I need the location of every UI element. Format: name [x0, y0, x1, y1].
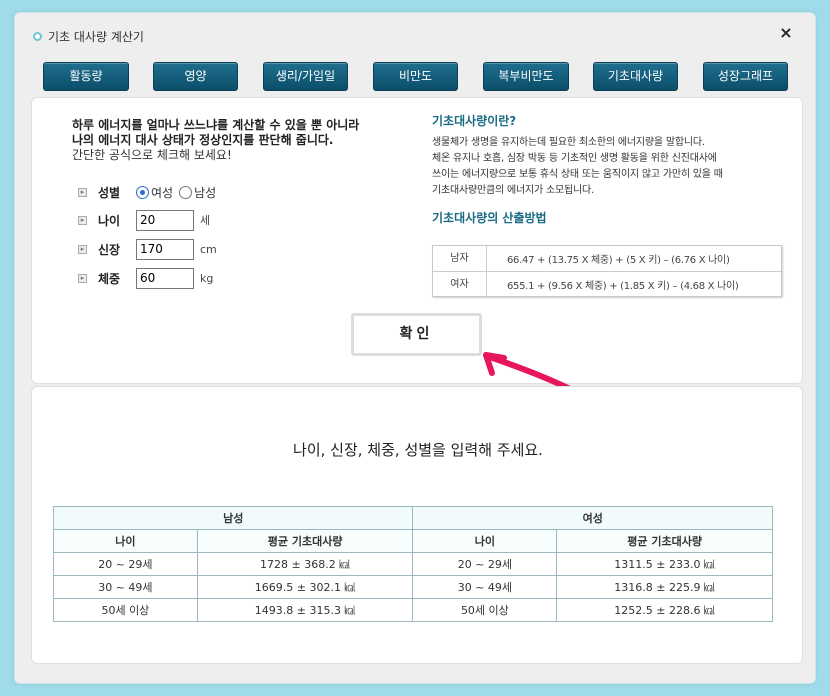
- bmr-info: 기초대사량이란? 생물체가 생명을 유지하는데 필요한 최소한의 에너지량을 말…: [432, 112, 782, 226]
- col-header: 나이: [412, 529, 558, 553]
- formula-row-male: 남자 66.47 + (13.75 X 체중) + (5 X 키) – (6.7…: [433, 246, 781, 271]
- height-label: 신장: [98, 242, 121, 257]
- title-dot-icon: [33, 31, 42, 41]
- formula-text: 66.47 + (13.75 X 체중) + (5 X 키) – (6.76 X…: [507, 255, 730, 266]
- weight-unit: kg: [200, 271, 214, 285]
- weight-input[interactable]: [136, 267, 194, 289]
- info-title: 기초대사량이란?: [432, 114, 517, 128]
- average-bmr-table: 남성 여성 나이 평균 기초대사량 나이 평균 기초대사량 20 ~ 29세 1…: [52, 506, 781, 628]
- height-row: ▸ 신장 cm: [78, 238, 217, 260]
- radio-male-circle[interactable]: [179, 185, 193, 199]
- intro-line-1: 하루 에너지를 얼마나 쓰느냐를 계산할 수 있을 뿐 아니라: [72, 118, 360, 132]
- info-line: 쓰이는 에너지량으로 보통 휴식 상태 또는 움직이지 않고 가만히 있을 때: [432, 169, 723, 180]
- height-unit: cm: [200, 242, 217, 256]
- info-line: 체온 유지나 호흡, 심장 박동 등 기초적인 생명 활동을 위한 신진대사에: [432, 153, 717, 164]
- height-input[interactable]: [136, 238, 194, 260]
- age-label: 나이: [98, 213, 121, 228]
- tab-menstrual[interactable]: 생리/가임일: [263, 62, 348, 91]
- table-col-header-row: 나이 평균 기초대사량 나이 평균 기초대사량: [53, 529, 773, 553]
- table-cell: 20 ~ 29세: [412, 552, 558, 576]
- tab-abdominal-obesity[interactable]: 복부비만도: [483, 62, 569, 91]
- table-cell: 1311.5 ± 233.0 ㎉: [556, 552, 773, 576]
- formula-row-female: 여자 655.1 + (9.56 X 체중) + (1.85 X 키) – (4…: [433, 271, 781, 296]
- bmr-table: 남성 여성 나이 평균 기초대사량 나이 평균 기초대사량 20 ~ 29세 1…: [52, 506, 773, 622]
- info-description: 생물체가 생명을 유지하는데 필요한 최소한의 에너지량을 말합니다. 체온 유…: [432, 135, 782, 199]
- tab-growth-graph[interactable]: 성장그래프: [703, 62, 788, 91]
- title-bar: 기초 대사량 계산기: [33, 27, 144, 45]
- bullet-icon: ▸: [78, 215, 87, 225]
- intro-text: 하루 에너지를 얼마나 쓰느냐를 계산할 수 있을 뿐 아니라 나의 에너지 대…: [72, 118, 417, 163]
- group-header-female: 여성: [412, 506, 773, 530]
- radio-female[interactable]: 여성: [136, 184, 173, 201]
- formula-text: 655.1 + (9.56 X 체중) + (1.85 X 키) – (4.68…: [507, 280, 739, 292]
- table-cell: 30 ~ 49세: [412, 575, 558, 599]
- bullet-icon: ▸: [78, 187, 87, 197]
- tab-obesity[interactable]: 비만도: [373, 62, 458, 91]
- radio-female-circle[interactable]: [136, 185, 149, 199]
- intro-line-2: 나의 에너지 대사 상태가 정상인지를 판단해 줍니다.: [72, 133, 334, 147]
- table-cell: 1728 ± 368.2 ㎉: [196, 552, 414, 576]
- formula-gender: 남자: [433, 246, 487, 271]
- col-header: 평균 기초대사량: [196, 529, 414, 553]
- radio-female-label: 여성: [151, 185, 174, 200]
- tab-bmr[interactable]: 기초대사량: [593, 62, 678, 91]
- gender-row: ▸ 성별 여성 남성: [78, 181, 222, 203]
- table-cell: 1669.5 ± 302.1 ㎉: [196, 575, 414, 599]
- table-row: 20 ~ 29세 1728 ± 368.2 ㎉ 20 ~ 29세 1311.5 …: [53, 552, 773, 576]
- radio-male-label: 남성: [194, 185, 217, 200]
- calculator-window: 기초 대사량 계산기 × 활동량 영양 생리/가임일 비만도 복부비만도 기초대…: [14, 12, 816, 684]
- weight-label: 체중: [98, 271, 121, 286]
- input-panel: 하루 에너지를 얼마나 쓰느냐를 계산할 수 있을 뿐 아니라 나의 에너지 대…: [31, 97, 803, 393]
- formula-gender: 여자: [433, 272, 487, 296]
- tab-nutrition[interactable]: 영양: [153, 62, 238, 91]
- window-title: 기초 대사량 계산기: [48, 29, 144, 44]
- table-row: 50세 이상 1493.8 ± 315.3 ㎉ 50세 이상 1252.5 ± …: [53, 598, 773, 622]
- confirm-button[interactable]: 확인: [351, 313, 482, 356]
- gender-label: 성별: [98, 185, 121, 200]
- info-line: 기초대사량만큼의 에너지가 소모됩니다.: [432, 185, 594, 196]
- table-cell: 50세 이상: [412, 598, 558, 622]
- table-cell: 1316.8 ± 225.9 ㎉: [556, 575, 773, 599]
- weight-row: ▸ 체중 kg: [78, 267, 213, 289]
- table-cell: 50세 이상: [53, 598, 198, 622]
- tab-bar: 활동량 영양 생리/가임일 비만도 복부비만도 기초대사량 성장그래프: [43, 62, 791, 92]
- result-message: 나이, 신장, 체중, 성별을 입력해 주세요.: [293, 441, 543, 459]
- table-cell: 30 ~ 49세: [53, 575, 198, 599]
- bullet-icon: ▸: [78, 244, 87, 254]
- table-cell: 1252.5 ± 228.6 ㎉: [556, 598, 773, 622]
- bullet-icon: ▸: [78, 273, 87, 283]
- table-group-header-row: 남성 여성: [52, 506, 773, 530]
- age-row: ▸ 나이 세: [78, 209, 210, 231]
- table-cell: 1493.8 ± 315.3 ㎉: [196, 598, 414, 622]
- tab-activity[interactable]: 활동량: [43, 62, 129, 91]
- method-title: 기초대사량의 산출방법: [432, 211, 547, 225]
- age-unit: 세: [200, 214, 211, 227]
- close-icon[interactable]: ×: [777, 24, 795, 42]
- col-header: 나이: [53, 529, 198, 553]
- radio-male[interactable]: 남성: [179, 184, 216, 201]
- intro-line-3: 간단한 공식으로 체크해 보세요!: [72, 148, 232, 162]
- age-input[interactable]: [136, 209, 194, 231]
- table-cell: 20 ~ 29세: [53, 552, 198, 576]
- table-row: 30 ~ 49세 1669.5 ± 302.1 ㎉ 30 ~ 49세 1316.…: [53, 575, 773, 599]
- formula-table: 남자 66.47 + (13.75 X 체중) + (5 X 키) – (6.7…: [432, 245, 782, 297]
- col-header: 평균 기초대사량: [556, 529, 773, 553]
- info-line: 생물체가 생명을 유지하는데 필요한 최소한의 에너지량을 말합니다.: [432, 137, 705, 148]
- result-panel: 나이, 신장, 체중, 성별을 입력해 주세요. 남성 여성 나이 평균 기초대…: [31, 386, 803, 664]
- group-header-male: 남성: [52, 506, 414, 530]
